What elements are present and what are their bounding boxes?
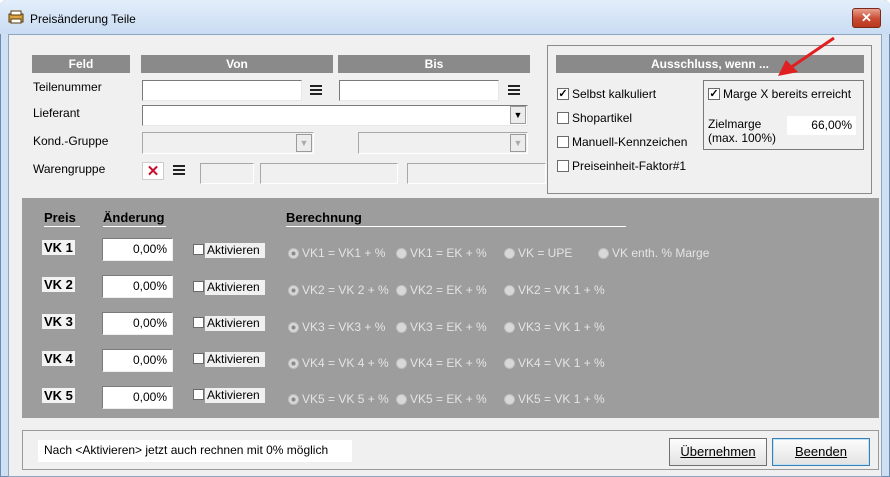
vk1-option-1-radio[interactable]: VK1 = VK1 + %	[288, 246, 385, 260]
zielmarge-input[interactable]: 66,00%	[787, 116, 856, 135]
vk2-aktivieren-label: Aktivieren	[205, 280, 265, 295]
vk3-aenderung-input[interactable]: 0,00%	[102, 312, 173, 335]
vk1-option-2-radio[interactable]: VK1 = EK + %	[396, 246, 487, 260]
selbst-kalkuliert-checkbox[interactable]: ✓	[557, 88, 569, 100]
label-lieferant: Lieferant	[33, 106, 80, 120]
beenden-button[interactable]: Beenden	[772, 438, 870, 466]
vk2-option-1-radio[interactable]: VK2 = VK 2 + %	[288, 283, 389, 297]
label-teilenummer: Teilenummer	[33, 80, 102, 94]
vk4-aktivieren-checkbox[interactable]	[193, 353, 204, 364]
preis-header: Preis	[44, 210, 76, 225]
selbst-kalkuliert-label: Selbst kalkuliert	[572, 87, 657, 101]
footer-note: Nach <Aktivieren> jetzt auch rechnen mit…	[38, 440, 352, 462]
vk1-aenderung-input[interactable]: 0,00%	[102, 238, 173, 261]
label-kond-gruppe: Kond.-Gruppe	[33, 134, 109, 148]
vk5-option-2-radio[interactable]: VK5 = EK + %	[396, 392, 487, 406]
vk4-aktivieren-label: Aktivieren	[205, 352, 265, 367]
vk2-option-2-radio[interactable]: VK2 = EK + %	[396, 283, 487, 297]
preis-header-underline	[44, 226, 80, 227]
vk5-aktivieren-checkbox[interactable]	[193, 389, 204, 400]
label-warengruppe: Warengruppe	[33, 162, 106, 176]
vk1-label: VK 1	[42, 240, 75, 255]
manuell-kennzeichen-label: Manuell-Kennzeichen	[572, 135, 688, 149]
header-bis: Bis	[338, 55, 530, 73]
list-select-icon[interactable]	[309, 83, 323, 97]
aenderung-header: Änderung	[103, 210, 165, 225]
aenderung-header-underline	[103, 226, 166, 227]
vk5-option-1-radio[interactable]: VK5 = VK 5 + %	[288, 392, 389, 406]
vk3-option-1-radio[interactable]: VK3 = VK3 + %	[288, 320, 385, 334]
vk1-option-3-radio[interactable]: VK = UPE	[504, 246, 572, 260]
warengruppe-extra-field	[407, 163, 546, 184]
vk1-aktivieren-checkbox[interactable]	[193, 244, 204, 255]
vk4-option-3-radio[interactable]: VK4 = VK 1 + %	[504, 356, 605, 370]
vk4-option-1-radio[interactable]: VK4 = VK 4 + %	[288, 356, 389, 370]
vk3-option-3-radio[interactable]: VK3 = VK 1 + %	[504, 320, 605, 334]
clear-icon[interactable]: ✕	[142, 162, 164, 180]
vk1-aktivieren-label: Aktivieren	[205, 243, 265, 258]
vk5-label: VK 5	[42, 388, 75, 403]
vk5-aktivieren-label: Aktivieren	[205, 388, 265, 403]
teilenummer-von-input[interactable]	[142, 80, 302, 101]
berechnung-header-underline	[286, 226, 626, 227]
header-von: Von	[141, 55, 333, 73]
vk1-option-4-radio[interactable]: VK enth. % Marge	[598, 246, 709, 260]
teilenummer-bis-input[interactable]	[339, 80, 499, 101]
vk3-label: VK 3	[42, 314, 75, 329]
uebernehmen-button[interactable]: Übernehmen	[669, 438, 767, 466]
preiseinheit-label: Preiseinheit-Faktor#1	[572, 159, 687, 173]
shopartikel-checkbox[interactable]	[557, 112, 569, 124]
vk4-option-2-radio[interactable]: VK4 = EK + %	[396, 356, 487, 370]
warengruppe-code-field	[200, 163, 254, 184]
chevron-down-icon: ▼	[510, 134, 526, 152]
warengruppe-name-field	[260, 163, 398, 184]
zielmarge-hint: (max. 100%)	[708, 131, 777, 145]
berechnung-header: Berechnung	[286, 210, 362, 225]
vk3-option-2-radio[interactable]: VK3 = EK + %	[396, 320, 487, 334]
annotation-arrow-icon	[778, 36, 835, 76]
vk2-aenderung-input[interactable]: 0,00%	[102, 275, 173, 298]
vk2-label: VK 2	[42, 277, 75, 292]
shopartikel-label: Shopartikel	[572, 111, 633, 125]
manuell-kennzeichen-checkbox[interactable]	[557, 136, 569, 148]
vk3-aktivieren-label: Aktivieren	[205, 316, 265, 331]
zielmarge-label: Zielmarge	[708, 117, 762, 131]
vk5-aenderung-input[interactable]: 0,00%	[102, 386, 173, 409]
vk4-aenderung-input[interactable]: 0,00%	[102, 349, 173, 372]
list-select-icon[interactable]	[507, 83, 521, 97]
close-window-button[interactable]: ✕	[852, 8, 881, 28]
vk3-aktivieren-checkbox[interactable]	[193, 317, 204, 328]
window-title: Preisänderung Teile	[30, 12, 136, 26]
header-feld: Feld	[32, 55, 130, 73]
chevron-down-icon[interactable]: ▼	[510, 106, 526, 124]
pricing-panel	[22, 198, 879, 418]
marge-erreicht-checkbox[interactable]: ✓	[708, 88, 720, 100]
vk2-aktivieren-checkbox[interactable]	[193, 281, 204, 292]
kond-gruppe-bis-dropdown[interactable]	[358, 132, 528, 154]
app-icon	[8, 10, 24, 24]
kond-gruppe-von-dropdown[interactable]	[142, 132, 314, 154]
uebernehmen-label: Übernehmen	[680, 444, 756, 459]
beenden-label: Beenden	[794, 444, 848, 459]
vk5-option-3-radio[interactable]: VK5 = VK 1 + %	[504, 392, 605, 406]
list-select-icon[interactable]	[172, 163, 186, 177]
lieferant-dropdown[interactable]	[142, 105, 528, 126]
preiseinheit-checkbox[interactable]	[557, 160, 569, 172]
chevron-down-icon: ▼	[296, 134, 312, 152]
vk2-option-3-radio[interactable]: VK2 = VK 1 + %	[504, 283, 605, 297]
vk4-label: VK 4	[42, 351, 75, 366]
marge-erreicht-label: Marge X bereits erreicht	[723, 87, 852, 101]
